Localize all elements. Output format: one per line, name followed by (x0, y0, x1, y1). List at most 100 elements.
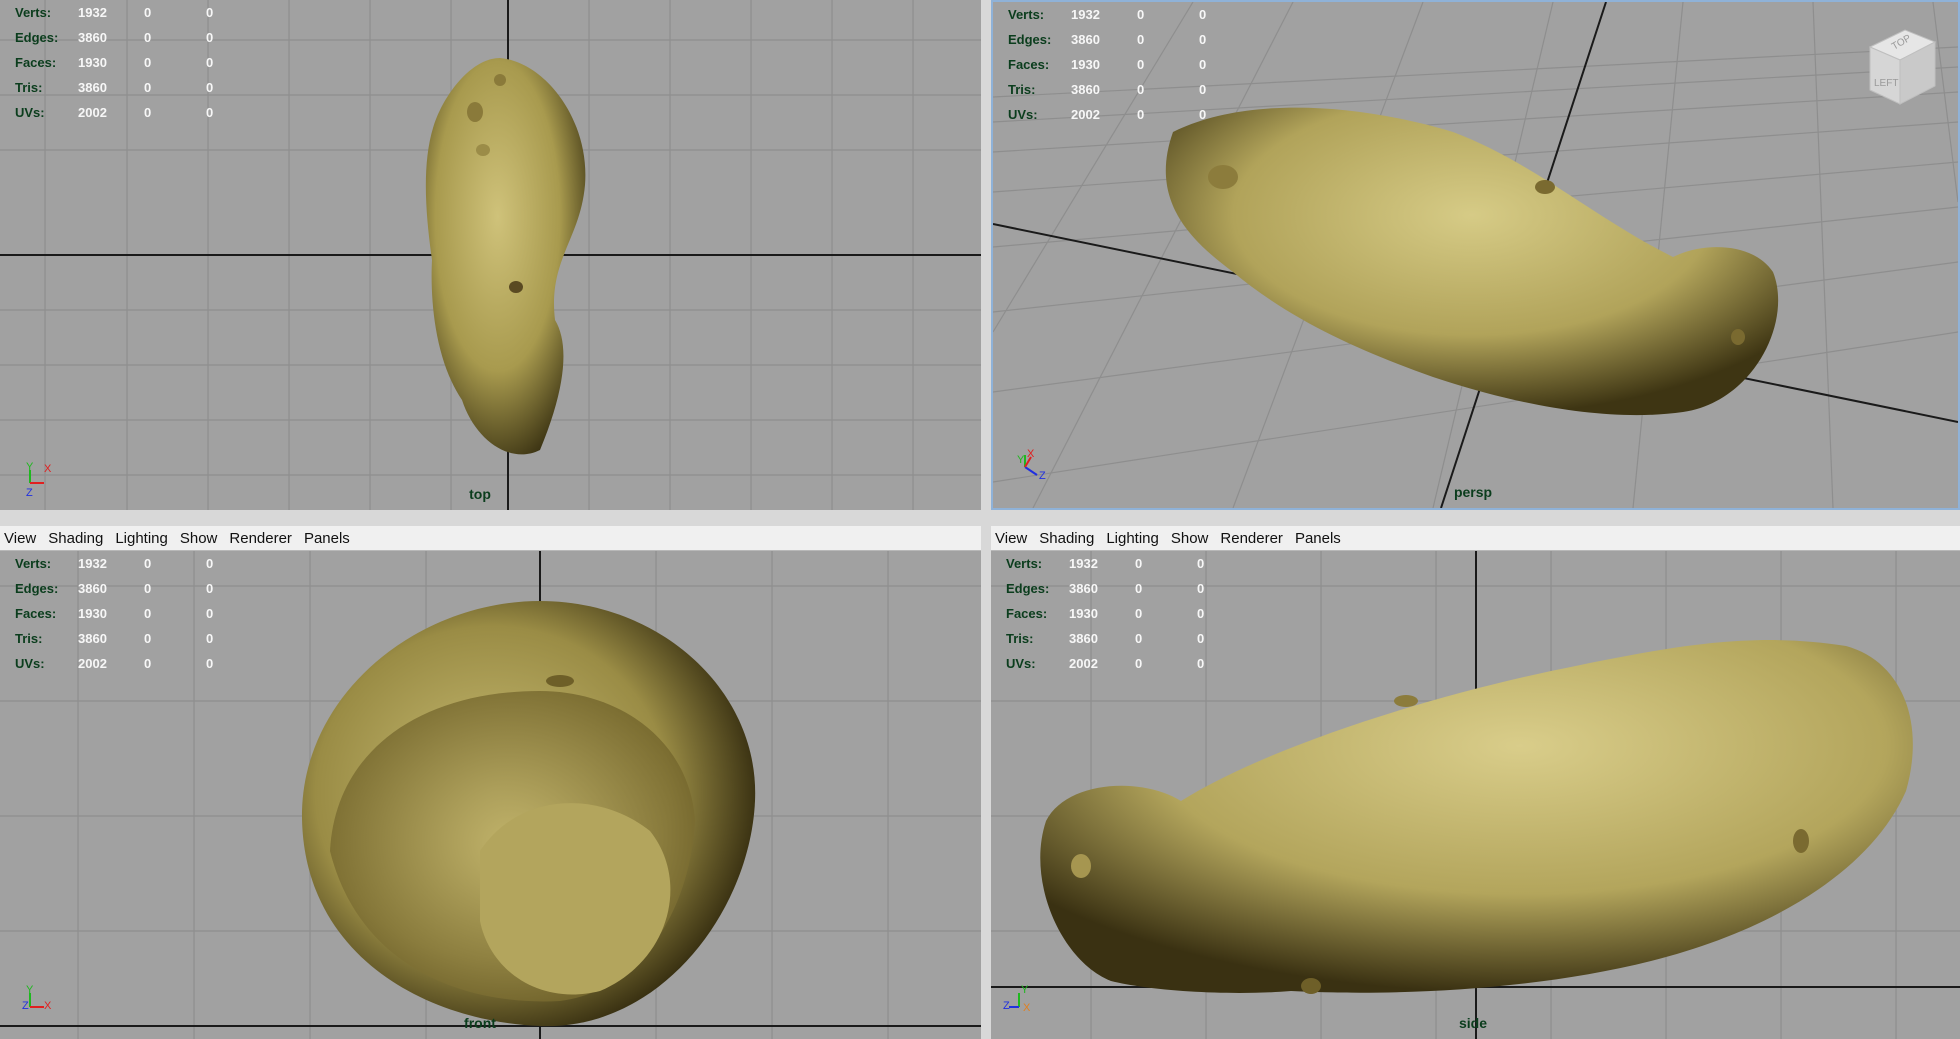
hud-label: Verts: (1006, 556, 1043, 571)
hud-value: 1932 (78, 5, 107, 20)
hud-value: 0 (144, 606, 152, 621)
hud-value: 0 (1137, 32, 1145, 47)
menu-renderer[interactable]: Renderer (223, 530, 298, 547)
menu-shading[interactable]: Shading (42, 530, 109, 547)
menu-lighting[interactable]: Lighting (1100, 530, 1165, 547)
hud-value: 3860 (1069, 631, 1098, 646)
hud-label: Edges: (15, 581, 59, 596)
hud-row-uvs: UVs: 2002 0 0 (1008, 102, 1239, 127)
axis-gizmo-icon: Y X Z (26, 461, 52, 498)
hud-value: 2002 (1069, 656, 1098, 671)
menu-shading[interactable]: Shading (1033, 530, 1100, 547)
hud-value: 0 (1135, 581, 1143, 596)
hud-value: 0 (1199, 57, 1207, 72)
hud-label: UVs: (1006, 656, 1036, 671)
hud-value: 0 (144, 105, 152, 120)
hud-row-edges: Edges: 3860 0 0 (15, 25, 246, 50)
menu-show[interactable]: Show (1165, 530, 1215, 547)
panel-menu-bar: View Shading Lighting Show Renderer Pane… (991, 526, 1960, 551)
hud-value: 0 (1137, 7, 1145, 22)
hud-value: 3860 (1069, 581, 1098, 596)
poly-count-hud: Verts: 1932 0 0 Edges: 3860 0 0 Faces: 1930 0 0 T… (15, 0, 246, 125)
axis-label-z: Z (1003, 1000, 1010, 1012)
hud-value: 0 (1199, 107, 1207, 122)
hud-value: 0 (206, 5, 214, 20)
hud-value: 0 (206, 581, 214, 596)
hud-row-uvs: UVs: 2002 0 0 (1006, 651, 1237, 676)
hud-value: 0 (1137, 57, 1145, 72)
hud-value: 3860 (78, 30, 107, 45)
hud-label: Faces: (1008, 57, 1050, 72)
hud-value: 0 (206, 631, 214, 646)
hud-value: 0 (144, 631, 152, 646)
camera-name-label: top (469, 486, 491, 502)
hud-label: Faces: (15, 55, 57, 70)
menu-renderer[interactable]: Renderer (1214, 530, 1289, 547)
hud-value: 3860 (78, 581, 107, 596)
hud-value: 0 (1197, 581, 1205, 596)
menu-show[interactable]: Show (174, 530, 224, 547)
hud-row-tris: Tris: 3860 0 0 (1008, 77, 1239, 102)
hud-value: 0 (206, 30, 214, 45)
hud-value: 2002 (78, 656, 107, 671)
poly-count-hud: Verts: 1932 0 0 Edges: 3860 0 0 Faces: 1930 0 0 T… (1008, 2, 1239, 127)
hud-label: UVs: (15, 656, 45, 671)
hud-value: 0 (1137, 107, 1145, 122)
hud-value: 1930 (78, 606, 107, 621)
hud-label: Tris: (1008, 82, 1036, 97)
hud-label: Verts: (15, 5, 52, 20)
hud-value: 0 (206, 656, 214, 671)
hud-row-faces: Faces: 1930 0 0 (15, 50, 246, 75)
hud-value: 1930 (1071, 57, 1100, 72)
hud-value: 1932 (78, 556, 107, 571)
menu-view[interactable]: View (0, 530, 42, 547)
camera-name-label: side (1458, 1015, 1488, 1031)
viewport-side[interactable]: View Shading Lighting Show Renderer Pane… (991, 526, 1960, 1039)
hud-value: 0 (1199, 7, 1207, 22)
hud-row-faces: Faces: 1930 0 0 (1006, 601, 1237, 626)
hud-value: 0 (1199, 32, 1207, 47)
hud-value: 1930 (78, 55, 107, 70)
hud-value: 0 (206, 556, 214, 571)
hud-row-tris: Tris: 3860 0 0 (15, 75, 246, 100)
hud-value: 0 (144, 55, 152, 70)
hud-label: Faces: (1006, 606, 1048, 621)
viewport-front[interactable]: View Shading Lighting Show Renderer Pane… (0, 526, 981, 1039)
hud-value: 0 (1197, 656, 1205, 671)
hud-value: 1932 (1069, 556, 1098, 571)
hud-value: 0 (206, 80, 214, 95)
hud-value: 0 (1199, 82, 1207, 97)
hud-value: 0 (1137, 82, 1145, 97)
menu-lighting[interactable]: Lighting (109, 530, 174, 547)
hud-label: Tris: (1006, 631, 1034, 646)
axis-label-y: Y (1021, 984, 1029, 996)
hud-value: 0 (1197, 631, 1205, 646)
menu-panels[interactable]: Panels (1289, 530, 1347, 547)
hud-value: 0 (144, 581, 152, 596)
hud-value: 0 (1197, 606, 1205, 621)
axis-label-z: Z (22, 1000, 29, 1012)
camera-name-label: persp (1453, 484, 1493, 500)
menu-panels[interactable]: Panels (298, 530, 356, 547)
hud-row-uvs: UVs: 2002 0 0 (15, 100, 246, 125)
hud-label: Edges: (1008, 32, 1052, 47)
hud-value: 2002 (78, 105, 107, 120)
hud-row-verts: Verts: 1932 0 0 (1008, 2, 1239, 27)
hud-value: 0 (1135, 631, 1143, 646)
hud-row-faces: Faces: 1930 0 0 (1008, 52, 1239, 77)
axis-gizmo-icon: Y Z X (22, 984, 52, 1012)
hud-label: Faces: (15, 606, 57, 621)
view-cube-icon[interactable]: TOP LEFT (1860, 22, 1940, 112)
hud-row-tris: Tris: 3860 0 0 (15, 626, 246, 651)
viewport-top[interactable]: Verts: 1932 0 0 Edges: 3860 0 0 Faces: 1930 0 0 T… (0, 0, 981, 510)
potato-mesh-persp (1165, 107, 1779, 416)
hud-row-verts: Verts: 1932 0 0 (15, 0, 246, 25)
poly-count-hud: Verts: 1932 0 0 Edges: 3860 0 0 Faces: 1930 0 0 T… (1006, 551, 1237, 676)
hud-row-edges: Edges: 3860 0 0 (1006, 576, 1237, 601)
axis-label-y: Y (1017, 454, 1025, 466)
viewport-persp[interactable]: Verts: 1932 0 0 Edges: 3860 0 0 Faces: 1930 0 0 T… (991, 0, 1960, 510)
hud-row-edges: Edges: 3860 0 0 (15, 576, 246, 601)
menu-view[interactable]: View (991, 530, 1033, 547)
axis-label-x: X (1027, 448, 1035, 460)
hud-value: 0 (1135, 556, 1143, 571)
